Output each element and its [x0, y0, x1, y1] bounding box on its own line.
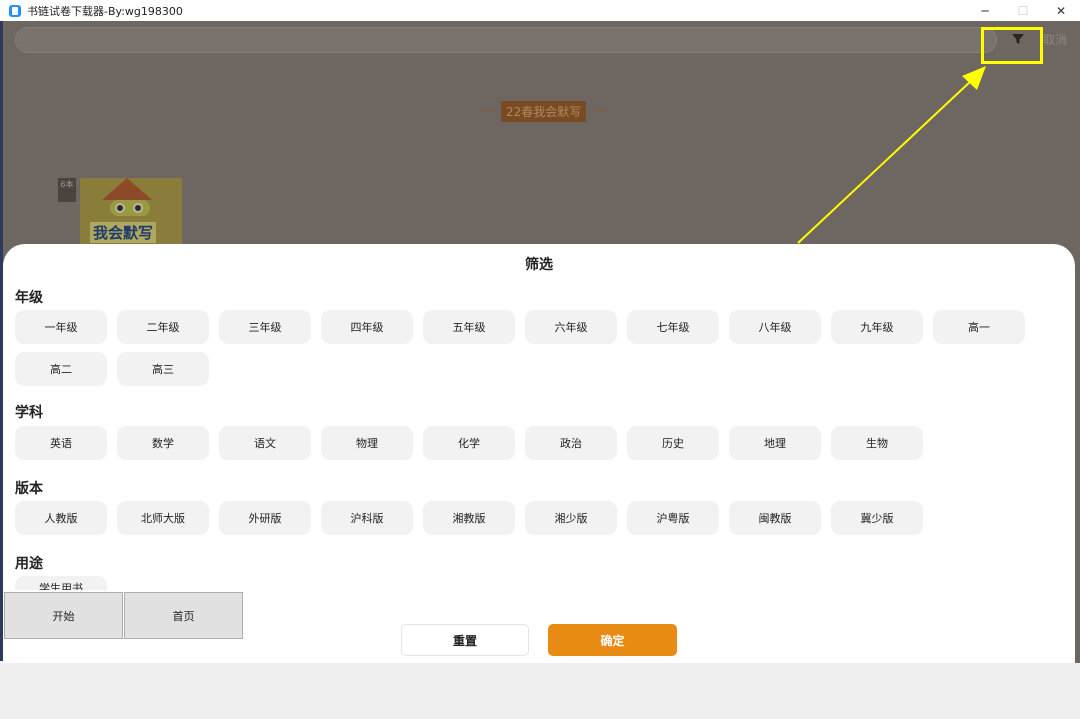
window-controls: ─ ☐ ✕: [966, 0, 1080, 21]
divider: [483, 111, 493, 112]
book-tag: 6本: [58, 178, 76, 202]
app-icon: [9, 4, 21, 17]
section-header: 22春我会默写: [483, 101, 605, 122]
confirm-button[interactable]: 确定: [548, 624, 677, 656]
edition-option[interactable]: 外研版: [219, 501, 311, 535]
grade-option[interactable]: 二年级: [117, 310, 209, 344]
book-cover-title: 我会默写: [90, 222, 157, 243]
start-button[interactable]: 开始: [4, 592, 123, 639]
edition-option[interactable]: 北师大版: [117, 501, 209, 535]
close-button[interactable]: ✕: [1042, 0, 1080, 21]
subject-option[interactable]: 历史: [627, 426, 719, 460]
edition-option[interactable]: 沪科版: [321, 501, 413, 535]
grade-option[interactable]: 六年级: [525, 310, 617, 344]
subject-option[interactable]: 生物: [831, 426, 923, 460]
grade-option[interactable]: 高二: [15, 352, 107, 386]
edition-option[interactable]: 湘教版: [423, 501, 515, 535]
grade-options: 一年级 二年级 三年级 四年级 五年级 六年级 七年级 八年级 九年级 高一 高…: [15, 310, 1045, 386]
window-titlebar: 书链试卷下载器-By:wg198300 ─ ☐ ✕: [0, 0, 1080, 21]
grade-option[interactable]: 三年级: [219, 310, 311, 344]
reset-button[interactable]: 重置: [401, 624, 529, 656]
grade-option[interactable]: 四年级: [321, 310, 413, 344]
grade-option[interactable]: 一年级: [15, 310, 107, 344]
subject-option[interactable]: 政治: [525, 426, 617, 460]
group-label-grade: 年级: [15, 290, 43, 306]
subject-option[interactable]: 语文: [219, 426, 311, 460]
mascot-eye: [133, 203, 143, 213]
search-input[interactable]: [15, 27, 997, 53]
grade-option[interactable]: 七年级: [627, 310, 719, 344]
group-label-subject: 学科: [15, 405, 43, 421]
usage-option[interactable]: 学生用书: [15, 576, 107, 590]
filter-title: 筛选: [525, 257, 553, 273]
grade-option[interactable]: 八年级: [729, 310, 821, 344]
cover-roof: [102, 178, 152, 200]
book-cover[interactable]: 我会默写: [80, 178, 182, 248]
group-label-usage: 用途: [15, 556, 43, 572]
edition-option[interactable]: 人教版: [15, 501, 107, 535]
subject-option[interactable]: 数学: [117, 426, 209, 460]
edition-option[interactable]: 湘少版: [525, 501, 617, 535]
grade-option[interactable]: 高一: [933, 310, 1025, 344]
grade-option[interactable]: 九年级: [831, 310, 923, 344]
subject-option[interactable]: 物理: [321, 426, 413, 460]
annotation-highlight-box: [981, 27, 1043, 64]
window-bottom-area: [0, 663, 1080, 719]
section-title: 22春我会默写: [501, 101, 587, 122]
edition-option[interactable]: 闽教版: [729, 501, 821, 535]
maximize-button[interactable]: ☐: [1004, 0, 1042, 21]
subject-option[interactable]: 英语: [15, 426, 107, 460]
grade-option[interactable]: 高三: [117, 352, 209, 386]
group-label-edition: 版本: [15, 481, 43, 497]
edition-option[interactable]: 冀少版: [831, 501, 923, 535]
minimize-button[interactable]: ─: [966, 0, 1004, 21]
divider: [594, 111, 605, 112]
subject-options: 英语 数学 语文 物理 化学 政治 历史 地理 生物: [15, 426, 1045, 460]
grade-option[interactable]: 五年级: [423, 310, 515, 344]
window-title: 书链试卷下载器-By:wg198300: [27, 4, 183, 18]
subject-option[interactable]: 地理: [729, 426, 821, 460]
cancel-button[interactable]: 取消: [1043, 31, 1067, 48]
home-button[interactable]: 首页: [124, 592, 243, 639]
edition-option[interactable]: 沪粤版: [627, 501, 719, 535]
cover-mascot: [110, 200, 150, 216]
subject-option[interactable]: 化学: [423, 426, 515, 460]
edition-options: 人教版 北师大版 外研版 沪科版 湘教版 湘少版 沪粤版 闽教版 冀少版: [15, 501, 1045, 535]
mascot-eye: [115, 203, 125, 213]
